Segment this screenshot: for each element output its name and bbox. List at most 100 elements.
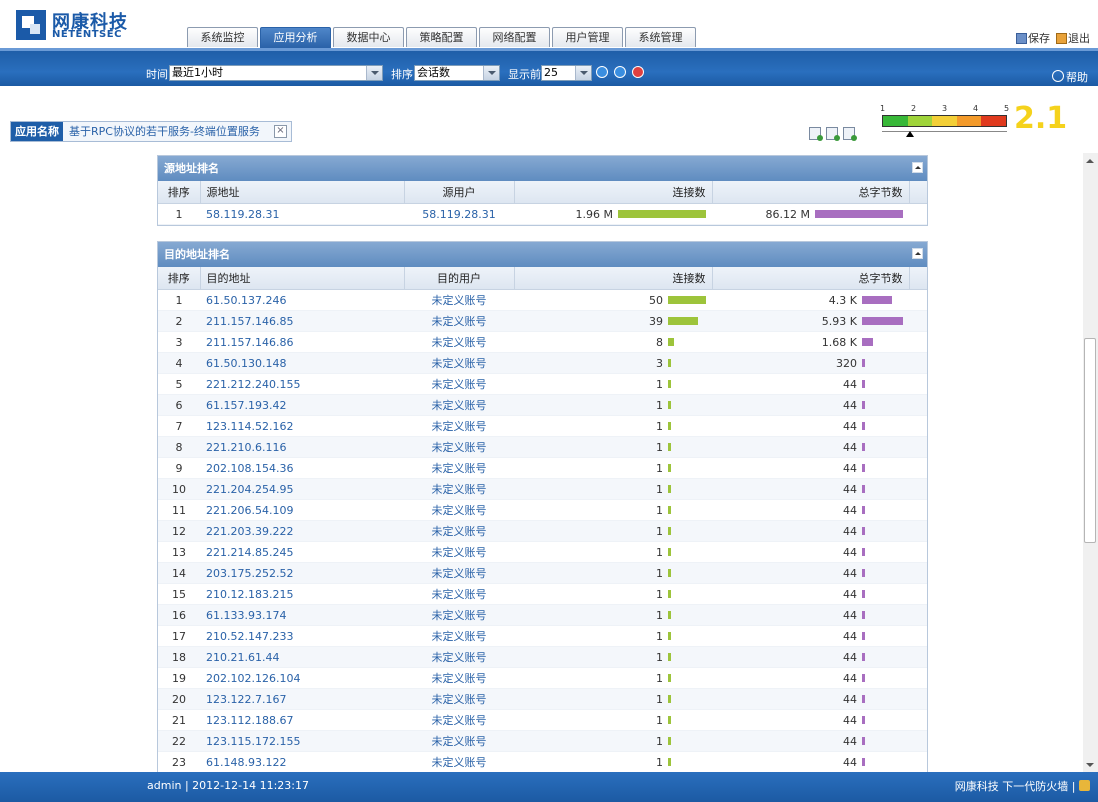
user-link[interactable]: 未定义账号 [404, 436, 514, 458]
save-button[interactable]: 保存 [1016, 30, 1050, 46]
table-row[interactable]: 12 221.203.39.222 未定义账号 1 44 [158, 520, 927, 542]
col-conn[interactable]: 连接数 [514, 267, 713, 290]
address-link[interactable]: 210.21.61.44 [200, 646, 404, 668]
address-link[interactable]: 61.157.193.42 [200, 394, 404, 416]
chevron-down-icon[interactable] [575, 66, 591, 80]
logout-button[interactable]: 退出 [1056, 30, 1090, 46]
col-rank[interactable]: 排序 [158, 267, 201, 290]
col-user[interactable]: 目的用户 [404, 267, 515, 290]
col-addr[interactable]: 目的地址 [200, 267, 405, 290]
table-row[interactable]: 2 211.157.146.85 未定义账号 39 5.93 K [158, 310, 927, 332]
user-link[interactable]: 未定义账号 [404, 604, 514, 626]
user-link[interactable]: 未定义账号 [404, 688, 514, 710]
clear-app-button[interactable]: × [273, 125, 287, 138]
table-row[interactable]: 10 221.204.254.95 未定义账号 1 44 [158, 478, 927, 500]
user-link[interactable]: 未定义账号 [404, 562, 514, 584]
table-row[interactable]: 14 203.175.252.52 未定义账号 1 44 [158, 562, 927, 584]
tab-1[interactable]: 应用分析 [260, 27, 331, 48]
address-link[interactable]: 221.210.6.116 [200, 436, 404, 458]
user-link[interactable]: 未定义账号 [404, 625, 514, 647]
address-link[interactable]: 210.52.147.233 [200, 625, 404, 647]
user-link[interactable]: 未定义账号 [404, 415, 514, 437]
table-row[interactable]: 21 123.112.188.67 未定义账号 1 44 [158, 709, 927, 731]
table-row[interactable]: 5 221.212.240.155 未定义账号 1 44 [158, 373, 927, 395]
time-select[interactable]: 最近1小时 [169, 65, 383, 81]
top-n-select[interactable]: 25 [541, 65, 592, 81]
address-link[interactable]: 123.115.172.155 [200, 730, 404, 752]
sort-select[interactable]: 会话数 [414, 65, 500, 81]
user-link[interactable]: 未定义账号 [404, 520, 514, 542]
address-link[interactable]: 221.212.240.155 [200, 373, 404, 395]
delete-icon[interactable] [632, 66, 644, 78]
address-link[interactable]: 61.133.93.174 [200, 604, 404, 626]
address-link[interactable]: 203.175.252.52 [200, 562, 404, 584]
user-link[interactable]: 未定义账号 [404, 373, 514, 395]
table-row[interactable]: 3 211.157.146.86 未定义账号 8 1.68 K [158, 331, 927, 353]
address-link[interactable]: 123.114.52.162 [200, 415, 404, 437]
table-row[interactable]: 19 202.102.126.104 未定义账号 1 44 [158, 667, 927, 689]
address-link[interactable]: 61.148.93.122 [200, 751, 404, 773]
scroll-down-icon[interactable] [1086, 763, 1094, 767]
address-link[interactable]: 211.157.146.85 [200, 310, 404, 332]
table-row[interactable]: 16 61.133.93.174 未定义账号 1 44 [158, 604, 927, 626]
user-link[interactable]: 未定义账号 [404, 646, 514, 668]
address-link[interactable]: 221.206.54.109 [200, 499, 404, 521]
col-user[interactable]: 源用户 [404, 181, 515, 204]
export-pdf-icon[interactable] [826, 127, 840, 141]
user-link[interactable]: 未定义账号 [404, 394, 514, 416]
chevron-down-icon[interactable] [366, 66, 382, 80]
col-bytes[interactable]: 总字节数 [712, 181, 910, 204]
table-row[interactable]: 1 58.119.28.31 58.119.28.31 1.96 M 86.12 M [158, 203, 927, 225]
tab-3[interactable]: 策略配置 [406, 27, 477, 47]
tab-6[interactable]: 系统管理 [625, 27, 696, 47]
user-link[interactable]: 未定义账号 [404, 499, 514, 521]
col-bytes[interactable]: 总字节数 [712, 267, 910, 290]
table-row[interactable]: 20 123.122.7.167 未定义账号 1 44 [158, 688, 927, 710]
address-link[interactable]: 221.203.39.222 [200, 520, 404, 542]
tab-0[interactable]: 系统监控 [187, 27, 258, 47]
table-row[interactable]: 6 61.157.193.42 未定义账号 1 44 [158, 394, 927, 416]
help-button[interactable]: 帮助 [1052, 69, 1088, 85]
table-row[interactable]: 9 202.108.154.36 未定义账号 1 44 [158, 457, 927, 479]
col-rank[interactable]: 排序 [158, 181, 201, 204]
address-link[interactable]: 61.50.130.148 [200, 352, 404, 374]
table-row[interactable]: 4 61.50.130.148 未定义账号 3 320 [158, 352, 927, 374]
user-link[interactable]: 未定义账号 [404, 310, 514, 332]
scroll-up-icon[interactable] [1086, 159, 1094, 163]
col-conn[interactable]: 连接数 [514, 181, 713, 204]
address-link[interactable]: 221.214.85.245 [200, 541, 404, 563]
address-link[interactable]: 202.108.154.36 [200, 457, 404, 479]
table-row[interactable]: 13 221.214.85.245 未定义账号 1 44 [158, 541, 927, 563]
user-link[interactable]: 未定义账号 [404, 289, 514, 311]
export-excel-icon[interactable] [809, 127, 823, 141]
user-link[interactable]: 未定义账号 [404, 583, 514, 605]
collapse-icon[interactable] [912, 248, 923, 259]
collapse-icon[interactable] [912, 162, 923, 173]
address-link[interactable]: 221.204.254.95 [200, 478, 404, 500]
chevron-down-icon[interactable] [483, 66, 499, 80]
address-link[interactable]: 58.119.28.31 [200, 203, 404, 225]
app-name-value[interactable]: 基于RPC协议的若干服务-终端位置服务 [63, 122, 266, 141]
user-link[interactable]: 未定义账号 [404, 730, 514, 752]
table-row[interactable]: 22 123.115.172.155 未定义账号 1 44 [158, 730, 927, 752]
export-print-icon[interactable] [843, 127, 857, 141]
address-link[interactable]: 61.50.137.246 [200, 289, 404, 311]
table-row[interactable]: 18 210.21.61.44 未定义账号 1 44 [158, 646, 927, 668]
address-link[interactable]: 123.122.7.167 [200, 688, 404, 710]
user-link[interactable]: 未定义账号 [404, 667, 514, 689]
table-row[interactable]: 1 61.50.137.246 未定义账号 50 4.3 K [158, 289, 927, 311]
address-link[interactable]: 123.112.188.67 [200, 709, 404, 731]
user-link[interactable]: 未定义账号 [404, 331, 514, 353]
go-icon[interactable] [596, 66, 608, 78]
address-link[interactable]: 202.102.126.104 [200, 667, 404, 689]
table-row[interactable]: 17 210.52.147.233 未定义账号 1 44 [158, 625, 927, 647]
user-link[interactable]: 未定义账号 [404, 457, 514, 479]
user-link[interactable]: 未定义账号 [404, 541, 514, 563]
address-link[interactable]: 211.157.146.86 [200, 331, 404, 353]
user-link[interactable]: 58.119.28.31 [404, 203, 514, 225]
page-scrollbar[interactable] [1083, 153, 1098, 773]
add-icon[interactable] [614, 66, 626, 78]
tab-5[interactable]: 用户管理 [552, 27, 623, 47]
table-row[interactable]: 8 221.210.6.116 未定义账号 1 44 [158, 436, 927, 458]
scroll-thumb[interactable] [1084, 338, 1096, 543]
